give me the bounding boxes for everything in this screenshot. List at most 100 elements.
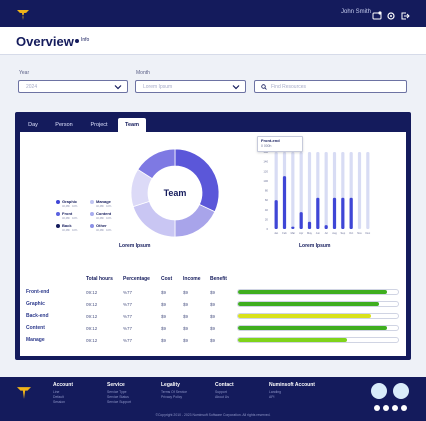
legend-dot-front [56, 212, 60, 216]
legend-name-front: Front [62, 211, 73, 216]
footer-link[interactable]: About Us [215, 395, 229, 400]
year-select[interactable]: 2024 [18, 80, 128, 93]
info-link[interactable]: Info [81, 37, 89, 43]
tab-team[interactable]: Team [118, 118, 146, 132]
tab-person[interactable]: Person [49, 118, 79, 132]
bar[interactable] [324, 225, 328, 229]
bar[interactable] [291, 226, 295, 229]
legend-name-other: Other [96, 223, 107, 228]
footer-link[interactable]: Service Status [107, 395, 129, 400]
donut-center-label: Team [164, 188, 187, 198]
footer-logo[interactable] [17, 386, 31, 400]
row-label: Graphic [26, 301, 45, 307]
footer-link[interactable]: Service Type [107, 390, 127, 395]
legend-sub-graphic: 40,48h 10% [62, 205, 78, 208]
y-tick-label: 20 [265, 217, 269, 221]
y-tick-label: 80 [265, 189, 269, 193]
cell-benefit: $9 [210, 313, 216, 319]
social-mail-icon[interactable] [392, 405, 398, 411]
user-name[interactable]: John Smith [341, 9, 371, 15]
row-label: Front-end [26, 289, 50, 295]
bar[interactable] [341, 197, 345, 229]
footer-heading: Legality [161, 382, 180, 388]
social-location-icon[interactable] [401, 405, 407, 411]
app-badge-right-icon[interactable] [393, 383, 409, 399]
x-tick-label: Jun [316, 231, 321, 235]
y-tick-label: 100 [263, 179, 268, 183]
footer-link[interactable]: API [269, 395, 274, 400]
cell-cost: $9 [161, 325, 167, 331]
social-facebook-icon[interactable] [374, 405, 380, 411]
bar-track [307, 152, 312, 229]
bar[interactable] [316, 197, 320, 229]
y-tick-label: 140 [263, 160, 268, 164]
month-value: Lorem Ipsum [143, 84, 173, 90]
app-badge-left-icon[interactable] [371, 383, 387, 399]
settings-icon[interactable] [386, 8, 396, 20]
y-tick-label: 0 [266, 227, 268, 231]
footer-link[interactable]: Session [53, 400, 65, 405]
row-label: Content [26, 325, 45, 331]
bar-track [291, 152, 295, 229]
cell-hours: 09:12 [86, 301, 98, 307]
footer-link[interactable]: Support [215, 390, 227, 395]
month-select[interactable]: Lorem Ipsum [135, 80, 246, 93]
bar[interactable] [274, 200, 278, 229]
x-tick-label: Nov [357, 231, 362, 235]
brand-logo[interactable] [17, 8, 29, 20]
bar[interactable] [349, 197, 353, 229]
footer-link[interactable]: Landing [269, 390, 281, 395]
footer-heading: Contact [215, 382, 234, 388]
copyright: ©Copyright 2010 - 2023 Numinsoft Softwar… [155, 413, 271, 417]
progress-bar [237, 325, 399, 331]
progress-bar [237, 301, 399, 307]
cell-income: $9 [183, 313, 189, 319]
footer-link[interactable]: Default [53, 395, 64, 400]
footer-heading: Service [107, 382, 125, 388]
cell-percentage: %77 [123, 313, 133, 319]
col-total-hours: Total hours [86, 276, 113, 282]
bar[interactable] [299, 212, 303, 229]
footer-link[interactable]: Privacy Policy [161, 395, 182, 400]
progress-bar [237, 289, 399, 295]
legend-name-content: Content [96, 211, 112, 216]
social-instagram-icon[interactable] [383, 405, 389, 411]
bar[interactable] [307, 221, 312, 229]
x-tick-label: Jan [274, 231, 279, 235]
x-tick-label: Feb [282, 231, 287, 235]
progress-fill [238, 314, 371, 318]
notification-icon[interactable] [372, 8, 382, 20]
cell-income: $9 [183, 301, 189, 307]
legend-dot-other [90, 224, 94, 228]
info-icon[interactable] [75, 39, 79, 43]
x-tick-label: Aug [332, 231, 337, 235]
progress-bar [237, 313, 399, 319]
bar[interactable] [282, 176, 287, 229]
tooltip-title: Front-end [261, 138, 280, 143]
year-value: 2024 [26, 84, 38, 90]
legend-name-manage: Manage [96, 199, 111, 204]
cell-percentage: %77 [123, 301, 133, 307]
footer-link[interactable]: Line [53, 390, 59, 395]
footer-heading: Numinsoft Account [269, 382, 315, 388]
search-input[interactable]: Find Resources [254, 80, 407, 93]
tab-day[interactable]: Day [21, 118, 45, 132]
y-tick-label: 60 [265, 198, 269, 202]
bar[interactable] [332, 197, 337, 229]
legend-name-back: Back [62, 223, 72, 228]
logout-icon[interactable] [400, 8, 410, 20]
cell-income: $9 [183, 337, 189, 343]
col-percentage: Percentage [123, 276, 150, 282]
tab-project[interactable]: Project [84, 118, 114, 132]
legend-dot-content [90, 212, 94, 216]
legend-sub-back: 40,48h 10% [62, 229, 78, 232]
x-tick-label: May [307, 231, 313, 235]
bar-track [357, 152, 362, 229]
cell-benefit: $9 [210, 301, 216, 307]
col-benefit: Benefit [210, 276, 227, 282]
footer-link[interactable]: Terms Of Service [161, 390, 187, 395]
legend-sub-other: 40,48h 10% [96, 229, 112, 232]
footer-link[interactable]: Service Support [107, 400, 131, 405]
row-label: Back-end [26, 313, 49, 319]
cell-benefit: $9 [210, 325, 216, 331]
